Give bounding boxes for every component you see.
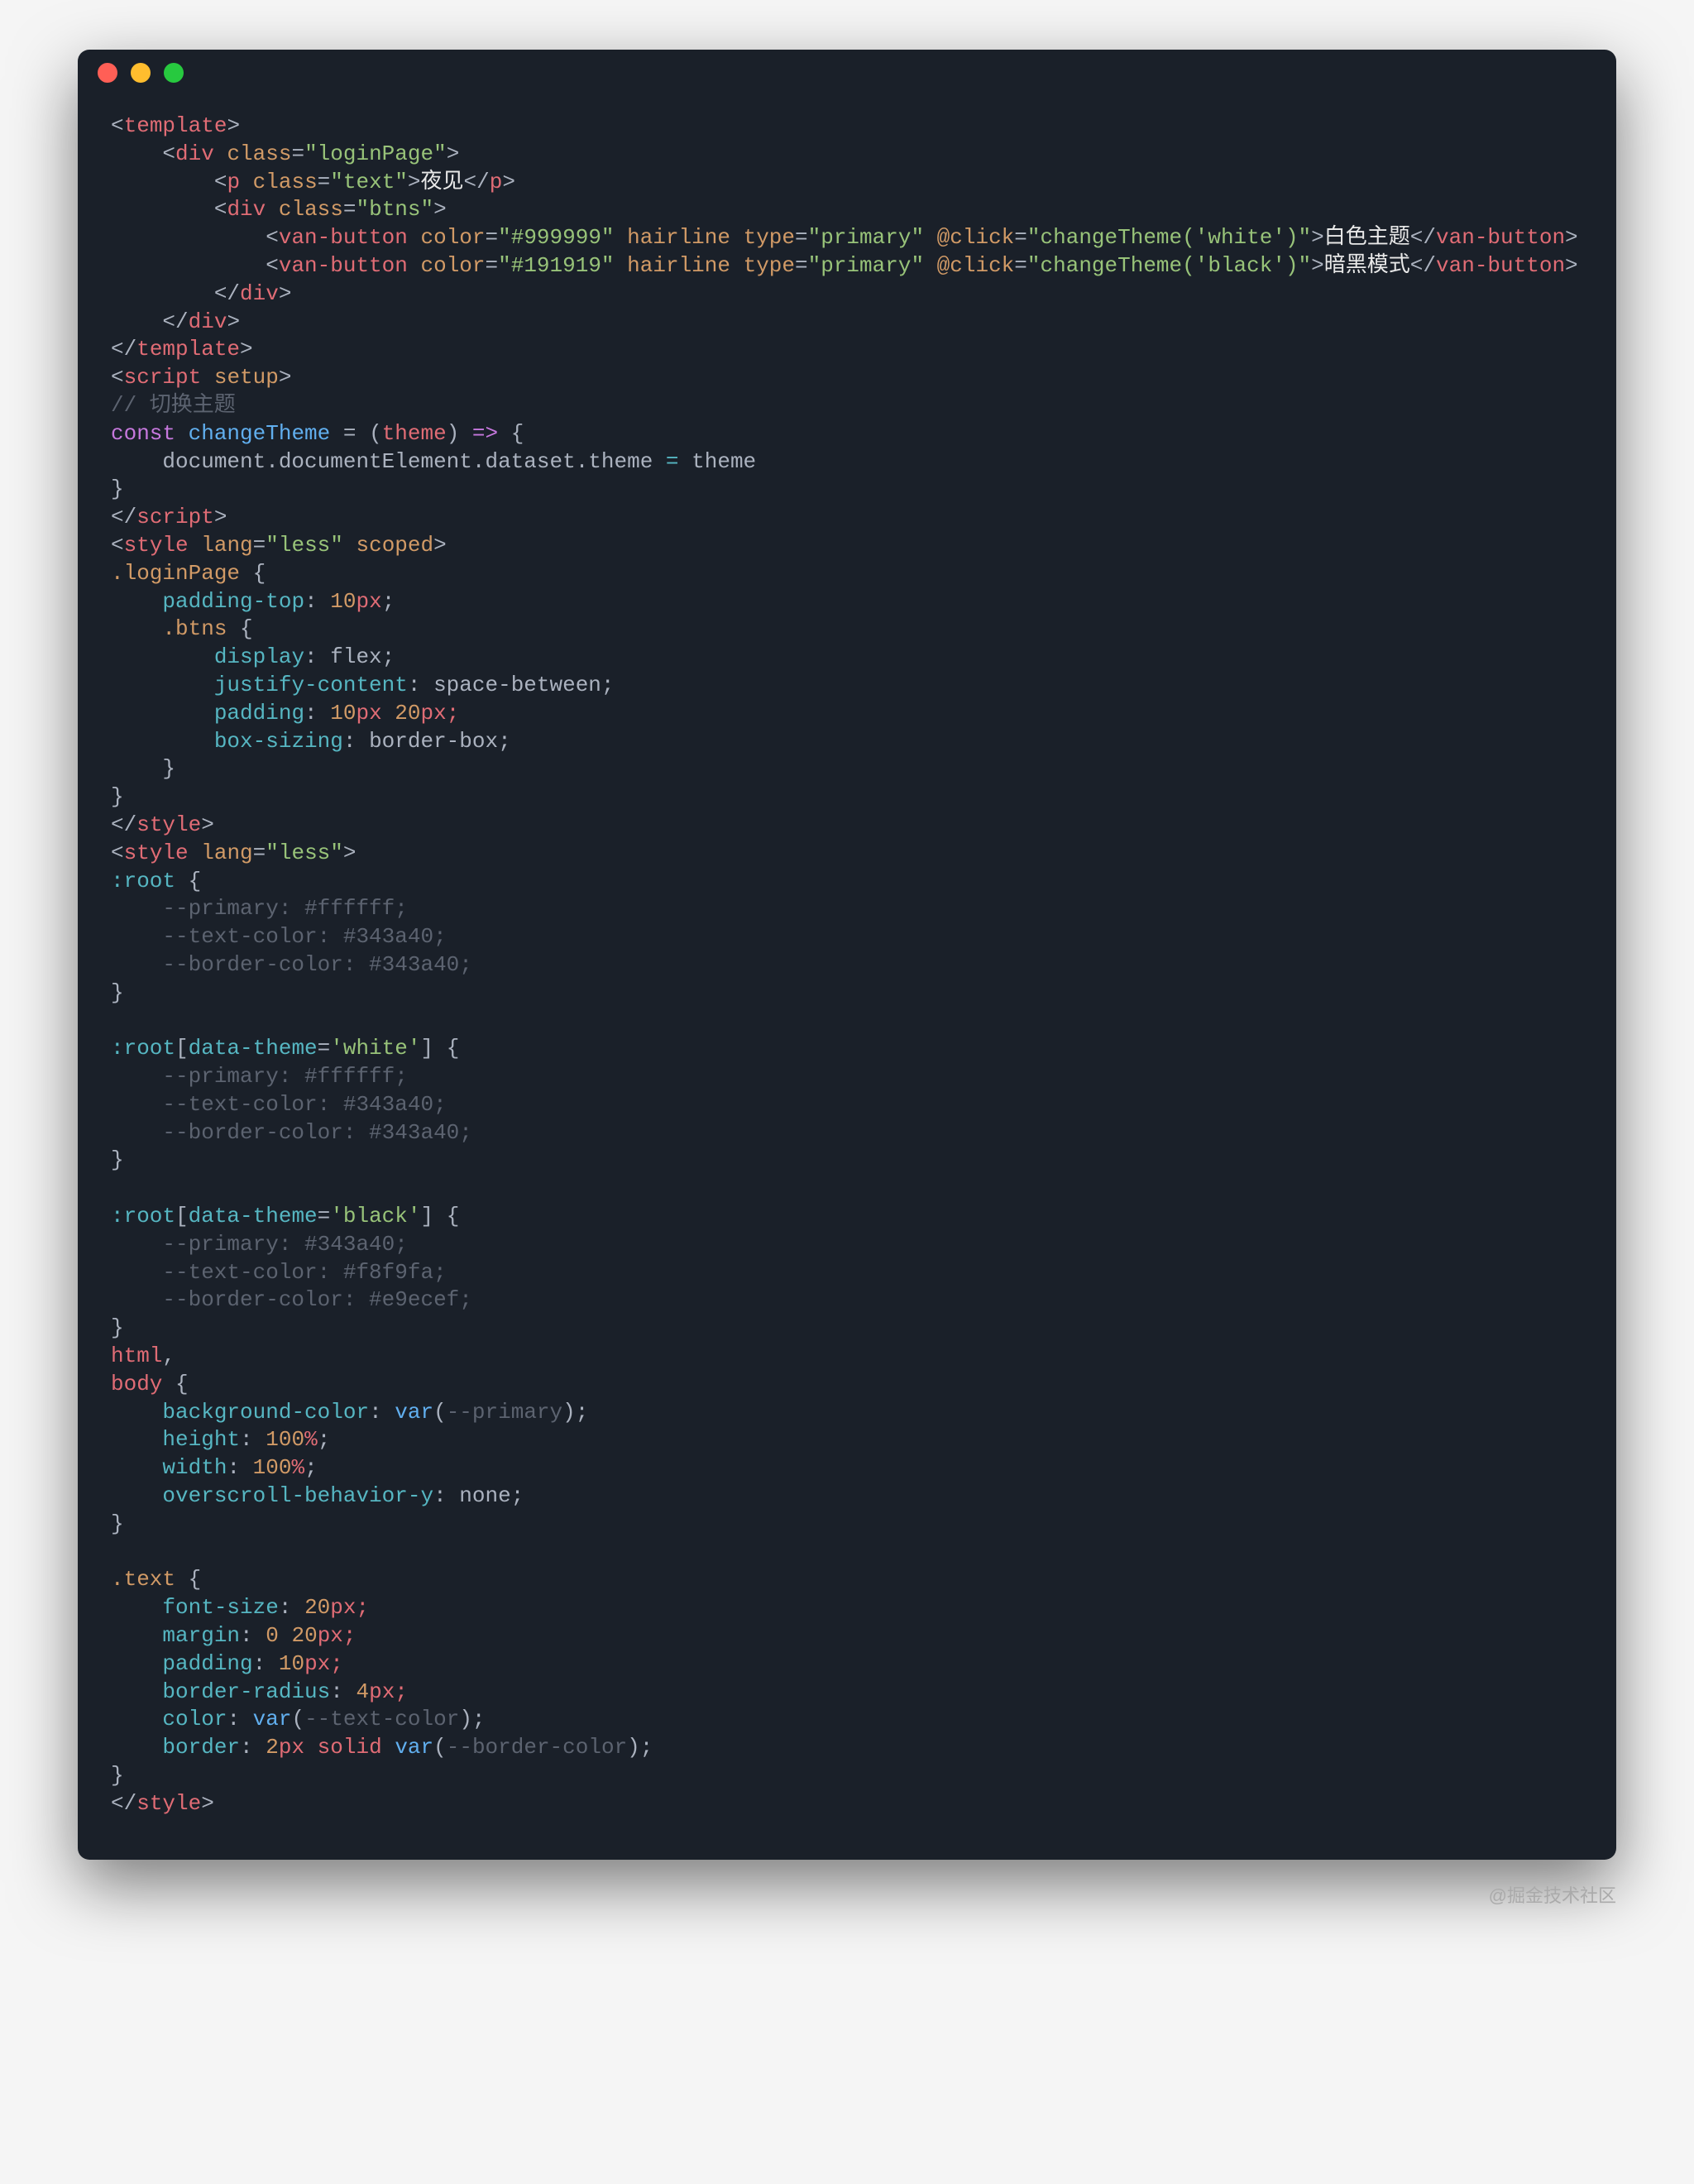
code-window: <template> <div class="loginPage"> <p cl…	[78, 50, 1616, 1860]
titlebar	[78, 50, 1616, 96]
minimize-icon[interactable]	[131, 63, 151, 83]
zoom-icon[interactable]	[164, 63, 184, 83]
watermark: @掘金技术社区	[78, 1881, 1616, 1908]
code-block: <template> <div class="loginPage"> <p cl…	[78, 96, 1616, 1860]
close-icon[interactable]	[98, 63, 117, 83]
